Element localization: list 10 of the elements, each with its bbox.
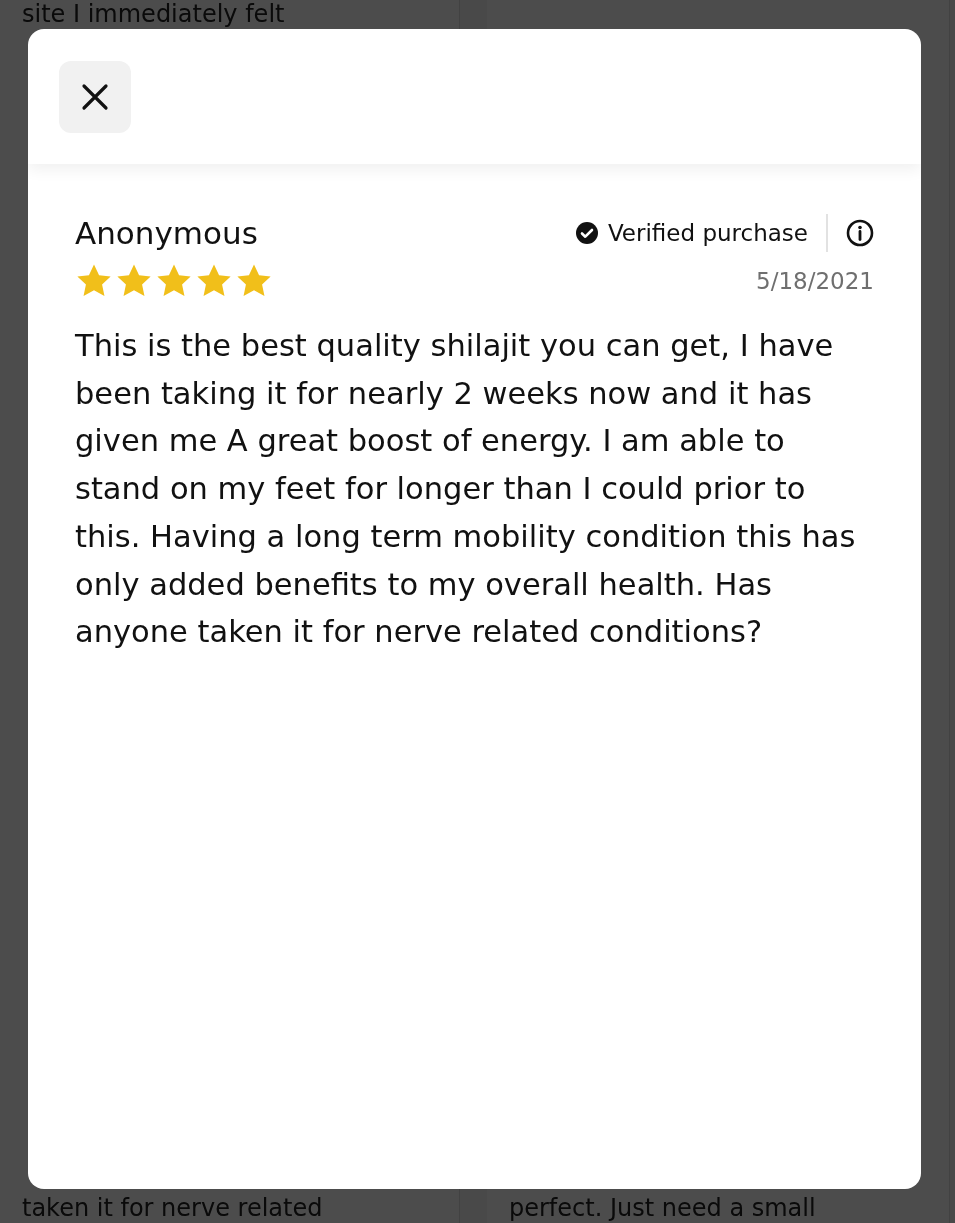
review-text: site I immediately felt: [22, 1, 286, 27]
close-button[interactable]: [59, 60, 131, 133]
review-text: taken it for nerve related: [22, 1195, 324, 1221]
verified-label: Verified purchase: [607, 220, 808, 246]
author-name: Anonymous: [75, 215, 258, 251]
review-text: This is the best quality shilajit you can get, I have been taking it for nearly 2 weeks now and it has given me A great boost of energy. I am able to stand on my feet for longer than I could prior to this. Having a long term mobility condition this has only added benefits to my overall health. Has anyone taken it for nerve related conditions?: [75, 327, 857, 652]
review-text: perfect. Just need a small: [509, 1195, 817, 1221]
review-date: 5/18/2021: [756, 268, 874, 294]
info-icon[interactable]: [846, 219, 874, 247]
close-icon: [81, 82, 109, 111]
